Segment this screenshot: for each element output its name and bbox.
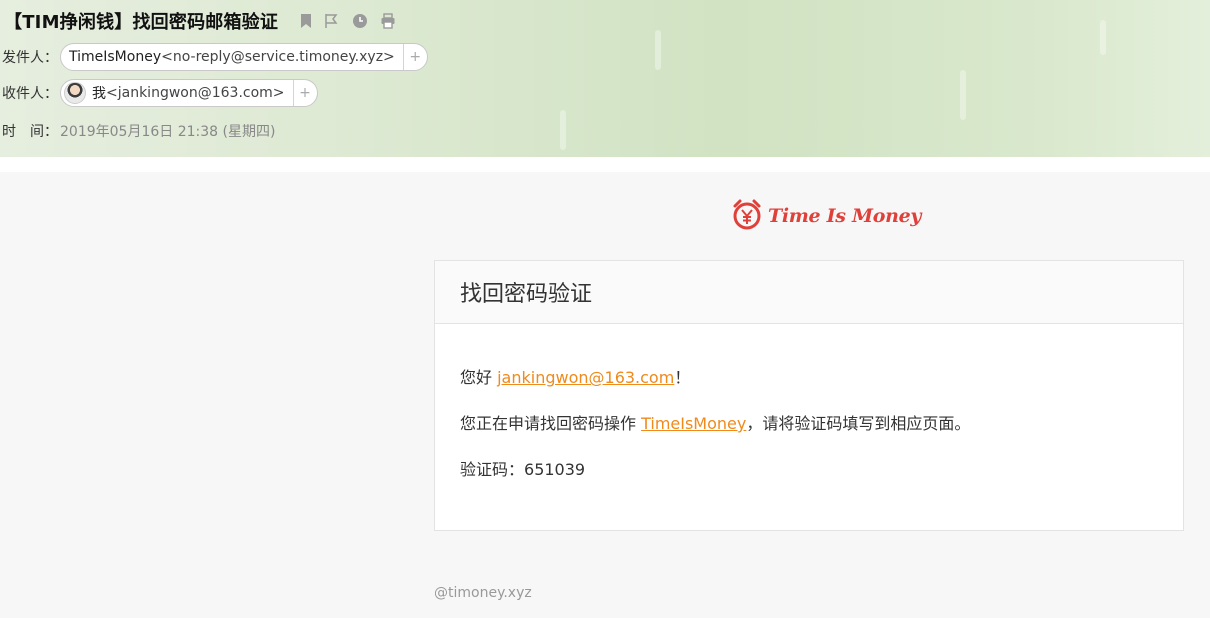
time-row: 时 间： 2019年05月16日 21:38 (星期四) <box>2 121 275 141</box>
greeting-suffix: ！ <box>674 368 691 387</box>
subject-actions <box>300 13 396 29</box>
sender-label: 发件人： <box>2 50 58 66</box>
sender-chip[interactable]: TimeIsMoney <no-reply@service.timoney.xy… <box>60 43 428 71</box>
code-label: 验证码： <box>460 460 525 479</box>
decor-streak <box>1100 20 1106 55</box>
clock-icon[interactable] <box>352 13 368 29</box>
avatar <box>64 82 86 104</box>
card-title: 找回密码验证 <box>435 261 1183 324</box>
time-label: 时 间： <box>2 124 58 140</box>
recipient-contact[interactable]: 我 <jankingwon@163.com> <box>61 80 293 106</box>
flag-icon[interactable] <box>324 13 340 29</box>
verification-code-line: 验证码：651039 <box>460 460 1158 480</box>
verification-code: 651039 <box>524 460 586 479</box>
sender-contact[interactable]: TimeIsMoney <no-reply@service.timoney.xy… <box>61 44 403 70</box>
instruction-prefix: 您正在申请找回密码操作 <box>460 414 642 433</box>
greeting-line: 您好 jankingwon@163.com！ <box>460 368 1158 388</box>
logo-text: Time Is Money <box>768 205 922 227</box>
card-content: 您好 jankingwon@163.com！ 您正在申请找回密码操作 TimeI… <box>435 324 1183 480</box>
instruction-line: 您正在申请找回密码操作 TimeIsMoney，请将验证码填写到相应页面。 <box>460 414 1158 434</box>
brand-logo: Time Is Money <box>731 198 921 234</box>
decor-streak <box>960 70 966 120</box>
time-value: 2019年05月16日 21:38 (星期四) <box>60 124 276 140</box>
decor-streak <box>560 110 566 150</box>
instruction-suffix: ，请将验证码填写到相应页面。 <box>746 414 971 433</box>
recipient-chip[interactable]: 我 <jankingwon@163.com> + <box>60 79 318 107</box>
alarm-clock-icon <box>731 198 763 234</box>
decor-streak <box>655 30 661 70</box>
mail-body: Time Is Money 找回密码验证 您好 jankingwon@163.c… <box>0 172 1210 618</box>
recipient-email-link[interactable]: jankingwon@163.com <box>497 368 674 387</box>
subject-row: 【TIM挣闲钱】找回密码邮箱验证 <box>4 9 396 33</box>
recipient-label: 收件人： <box>2 86 58 102</box>
recipient-address: <jankingwon@163.com> <box>106 85 285 101</box>
print-icon[interactable] <box>380 13 396 29</box>
mail-subject: 【TIM挣闲钱】找回密码邮箱验证 <box>4 12 279 33</box>
timeismoney-link[interactable]: TimeIsMoney <box>641 414 746 433</box>
bookmark-icon[interactable] <box>300 13 312 29</box>
message-card: 找回密码验证 您好 jankingwon@163.com！ 您正在申请找回密码操… <box>434 260 1184 531</box>
footer-domain: @timoney.xyz <box>434 585 532 601</box>
mail-header: 【TIM挣闲钱】找回密码邮箱验证 发件人： TimeIsMoney <no-re… <box>0 0 1210 157</box>
greeting-prefix: 您好 <box>460 368 498 387</box>
sender-row: 发件人： TimeIsMoney <no-reply@service.timon… <box>2 43 428 71</box>
sender-name: TimeIsMoney <box>69 49 162 65</box>
add-recipient-contact-button[interactable]: + <box>292 80 317 106</box>
sender-address: <no-reply@service.timoney.xyz> <box>161 49 395 65</box>
recipient-name: 我 <box>92 86 106 102</box>
add-sender-contact-button[interactable]: + <box>402 44 427 70</box>
recipient-row: 收件人： 我 <jankingwon@163.com> + <box>2 79 318 107</box>
